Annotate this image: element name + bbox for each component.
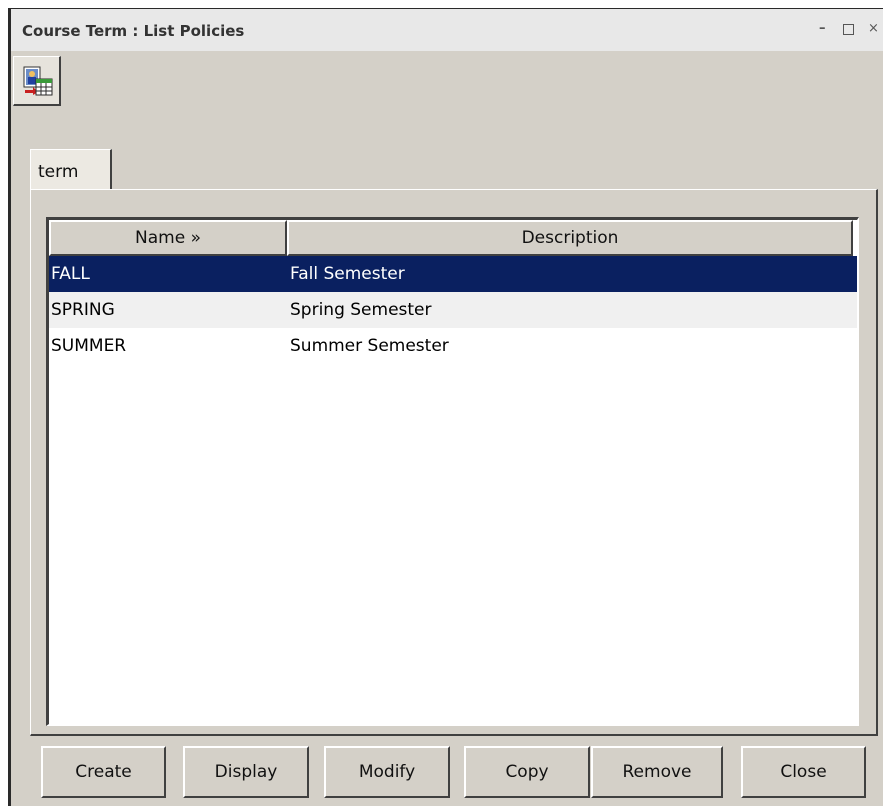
table-row[interactable]: SPRING Spring Semester bbox=[49, 292, 857, 328]
tab-term[interactable]: term bbox=[30, 149, 112, 190]
modify-button[interactable]: Modify bbox=[324, 746, 450, 798]
report-table-icon bbox=[23, 66, 53, 96]
title-bar[interactable]: Course Term : List Policies – × bbox=[11, 9, 883, 51]
report-button[interactable] bbox=[13, 56, 61, 106]
tab-panel: Name » Description FALL Fall Semester SP… bbox=[30, 189, 878, 736]
dialog-window: Course Term : List Policies – × term Nam… bbox=[8, 8, 883, 806]
row-description: Spring Semester bbox=[290, 300, 432, 320]
maximize-button[interactable] bbox=[843, 21, 854, 40]
table-row[interactable]: FALL Fall Semester bbox=[49, 256, 857, 292]
minimize-button[interactable]: – bbox=[819, 21, 826, 37]
policies-list[interactable]: Name » Description FALL Fall Semester SP… bbox=[46, 217, 859, 726]
window-title: Course Term : List Policies bbox=[22, 22, 245, 40]
row-description: Summer Semester bbox=[290, 336, 449, 356]
column-header-description[interactable]: Description bbox=[287, 220, 853, 256]
display-button[interactable]: Display bbox=[183, 746, 309, 798]
tab-term-label: term bbox=[38, 162, 79, 182]
row-name: SUMMER bbox=[51, 336, 127, 356]
create-button[interactable]: Create bbox=[41, 746, 166, 798]
table-row[interactable]: SUMMER Summer Semester bbox=[49, 328, 857, 364]
copy-button[interactable]: Copy bbox=[464, 746, 590, 798]
remove-button[interactable]: Remove bbox=[591, 746, 723, 798]
row-name: FALL bbox=[51, 264, 90, 284]
close-button[interactable]: Close bbox=[741, 746, 866, 798]
row-description: Fall Semester bbox=[290, 264, 405, 284]
maximize-icon bbox=[843, 24, 854, 35]
column-header-name[interactable]: Name » bbox=[49, 220, 287, 256]
list-header: Name » Description bbox=[49, 220, 857, 256]
close-window-button[interactable]: × bbox=[868, 21, 879, 37]
row-name: SPRING bbox=[51, 300, 115, 320]
